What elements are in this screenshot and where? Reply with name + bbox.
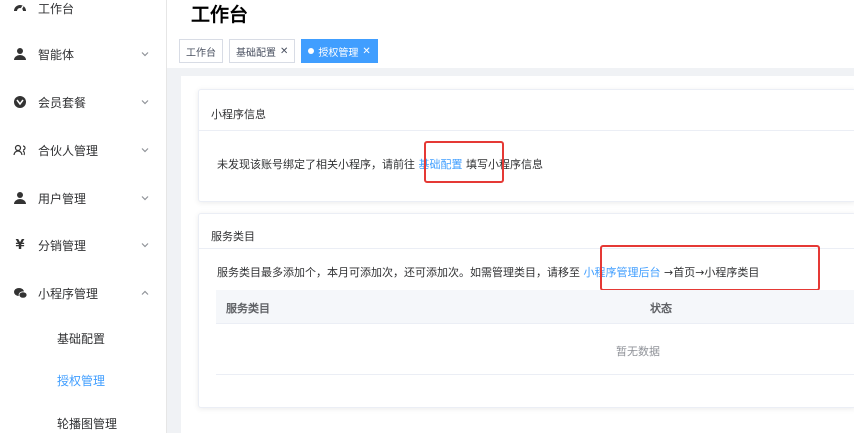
sidebar-subitem-banner[interactable]: 轮播图管理 (0, 403, 166, 433)
active-dot-icon (308, 48, 315, 54)
notice-text: 未发现该账号绑定了相关小程序，请前往 (217, 158, 415, 171)
column-header-status: 状态 (650, 302, 672, 315)
sidebar-item-label: 小程序管理 (38, 286, 99, 301)
card-header: 小程序信息 (199, 90, 854, 131)
close-icon[interactable]: ✕ (280, 46, 288, 57)
user-icon (12, 46, 28, 62)
tab-basic-config[interactable]: 基础配置 ✕ (229, 39, 296, 63)
tab-label: 基础配置 (236, 47, 276, 59)
partner-icon (12, 142, 28, 158)
sidebar-subitem-label: 授权管理 (57, 373, 106, 388)
card-title: 服务类目 (211, 230, 255, 243)
wechat-icon (12, 285, 28, 301)
sidebar-item-label: 会员套餐 (38, 95, 87, 110)
sidebar-item-users[interactable]: 用户管理 (0, 174, 166, 222)
sidebar-item-label: 分销管理 (38, 238, 87, 253)
sidebar-item-label: 合伙人管理 (38, 143, 99, 158)
sidebar-item-partner[interactable]: 合伙人管理 (0, 126, 166, 174)
tab-label: 授权管理 (318, 47, 359, 59)
service-category-table: 服务类目 状态 暂无数据 (216, 290, 854, 375)
user-icon (12, 190, 28, 206)
table-divider (216, 374, 854, 375)
tags-view: 工作台 基础配置 ✕ 授权管理 ✕ (179, 39, 378, 63)
empty-text: 暂无数据 (616, 345, 660, 358)
chevron-down-icon (141, 52, 149, 57)
vip-icon (12, 94, 28, 110)
page-title: 工作台 (191, 4, 249, 26)
sidebar-item-dashboard[interactable]: 工作台 (0, 0, 166, 32)
sidebar-item-label: 智能体 (38, 47, 75, 62)
sidebar-item-miniprogram[interactable]: 小程序管理 (0, 269, 166, 317)
sidebar-subitem-label: 基础配置 (57, 331, 106, 346)
highlight-box (424, 141, 504, 183)
close-icon[interactable]: ✕ (362, 46, 370, 57)
chevron-down-icon (141, 243, 149, 248)
sidebar-subitem-label: 轮播图管理 (57, 416, 118, 431)
chevron-down-icon (141, 100, 149, 105)
dashboard-icon (12, 0, 28, 16)
header: 工作台 工作台 基础配置 ✕ 授权管理 ✕ (167, 0, 854, 68)
card-title: 小程序信息 (211, 108, 266, 121)
tab-dashboard[interactable]: 工作台 (179, 39, 223, 63)
chevron-down-icon (141, 148, 149, 153)
mini-program-card: 小程序信息 未发现该账号绑定了相关小程序，请前往 基础配置 填写小程序信息 (198, 89, 854, 202)
tab-authorization[interactable]: 授权管理 ✕ (301, 39, 378, 63)
sidebar-item-membership[interactable]: 会员套餐 (0, 78, 166, 126)
table-header (216, 290, 854, 324)
sidebar-subitem-basic-config[interactable]: 基础配置 (0, 318, 166, 358)
highlight-box (600, 245, 820, 291)
chevron-up-icon (141, 290, 149, 295)
yen-icon: ¥ (15, 237, 25, 253)
sidebar-subitem-authorization[interactable]: 授权管理 (0, 360, 166, 400)
column-header-category: 服务类目 (226, 302, 270, 315)
sidebar-item-agent[interactable]: 智能体 (0, 30, 166, 78)
card-header: 服务类目 (199, 214, 854, 249)
tab-label: 工作台 (186, 47, 216, 59)
sidebar-item-label: 用户管理 (38, 191, 87, 206)
sidebar-item-label: 工作台 (38, 1, 75, 16)
sidebar-item-distribution[interactable]: ¥ 分销管理 (0, 221, 166, 269)
sidebar: 工作台 智能体 会员套餐 合伙人管理 用户管理 ¥ 分销管理 小程序管理 基础配… (0, 0, 167, 433)
notice-text: 服务类目最多添加个，本月可添加次，还可添加次。如需管理类目，请移至 (217, 266, 580, 279)
chevron-down-icon (141, 196, 149, 201)
